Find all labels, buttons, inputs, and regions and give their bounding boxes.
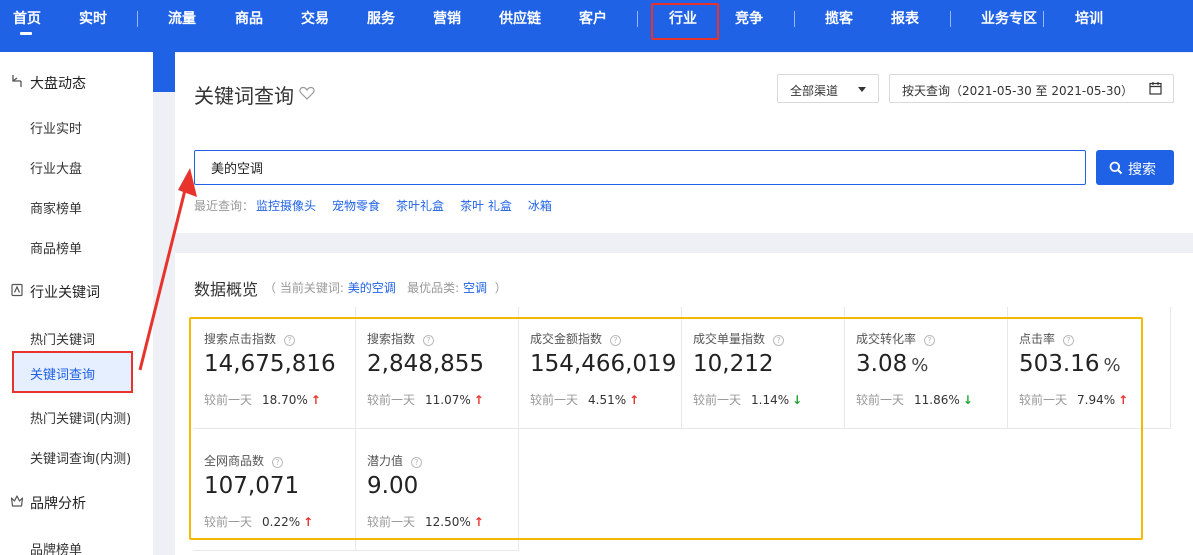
nav-divider [1043, 11, 1044, 27]
page-title: 关键词查询 [194, 84, 294, 108]
sidebar-item-label: 热门关键词 [30, 333, 96, 348]
nav-item-traffic[interactable]: 流量 [168, 0, 196, 38]
best-category: 空调 [463, 281, 488, 295]
sidebar-item-brand-ranking[interactable]: 品牌榜单 [0, 537, 153, 555]
nav-item-supply-chain[interactable]: 供应链 [499, 0, 541, 38]
crown-icon [10, 495, 24, 507]
data-overview-subtitle: （ 当前关键词: 美的空调 最优品类: 空调 ） [264, 279, 507, 296]
recent-query-link[interactable]: 监控摄像头 [256, 199, 316, 213]
recent-query-link[interactable]: 茶叶礼盒 [396, 199, 444, 213]
channel-select[interactable]: 全部渠道 [777, 74, 879, 103]
heart-icon[interactable] [299, 86, 315, 100]
sidebar-item-industry-realtime[interactable]: 行业实时 [0, 116, 153, 137]
sidebar-item-label: 关键词查询 [30, 368, 96, 383]
channel-select-value: 全部渠道 [790, 84, 839, 98]
search-button-label: 搜索 [1128, 162, 1156, 178]
nav-item-training[interactable]: 培训 [1075, 0, 1103, 38]
nav-divider [950, 11, 951, 27]
data-overview-title: 数据概览 [194, 280, 259, 299]
nav-item-competition[interactable]: 竞争 [735, 0, 763, 38]
subtitle-text: （ 当前关键词: [264, 281, 344, 295]
tag-icon [11, 283, 23, 297]
pinwheel-icon [12, 75, 22, 87]
sidebar-item-industry-overview[interactable]: 行业大盘 [0, 156, 153, 177]
recent-queries: 最近查询： 监控摄像头 宠物零食 茶叶礼盒 茶叶 礼盒 冰箱 [194, 197, 552, 214]
sidebar-item-label: 商家榜单 [30, 202, 83, 217]
sidebar-item-label: 行业大盘 [30, 162, 83, 177]
annotation-box-metrics [189, 317, 1143, 540]
nav-divider [137, 11, 138, 27]
recent-query-link[interactable]: 宠物零食 [332, 199, 380, 213]
nav-item-marketing[interactable]: 营销 [433, 0, 461, 38]
nav-divider [794, 11, 795, 27]
sidebar-group-label: 品牌分析 [30, 496, 86, 512]
search-button[interactable]: 搜索 [1096, 150, 1174, 185]
date-range-picker[interactable]: 按天查询（2021-05-30 至 2021-05-30） [889, 74, 1174, 103]
nav-item-realtime[interactable]: 实时 [79, 0, 107, 38]
nav-item-business-zone[interactable]: 业务专区 [981, 0, 1037, 38]
sidebar-item-keyword-query-beta[interactable]: 关键词查询(内测) [0, 446, 153, 467]
sidebar-group-label: 行业关键词 [30, 285, 100, 301]
nav-active-indicator [20, 32, 32, 35]
header-accent [153, 52, 175, 92]
sidebar-item-label: 关键词查询(内测) [30, 452, 132, 467]
sidebar-item-label: 热门关键词(内测) [30, 412, 132, 427]
date-range-value: 按天查询（2021-05-30 至 2021-05-30） [902, 84, 1134, 98]
calendar-icon [1149, 82, 1162, 95]
caret-down-icon [858, 87, 866, 92]
search-icon [1109, 161, 1123, 175]
sidebar-item-hot-keywords[interactable]: 热门关键词 [0, 327, 153, 348]
nav-divider [637, 11, 638, 27]
sidebar-item-hot-keywords-beta[interactable]: 热门关键词(内测) [0, 406, 153, 427]
sidebar-item-product-ranking[interactable]: 商品榜单 [0, 236, 153, 257]
sidebar-item-keyword-query[interactable]: 关键词查询 [12, 351, 133, 393]
nav-item-customer[interactable]: 客户 [579, 0, 607, 38]
recent-queries-label: 最近查询： [194, 199, 255, 213]
sidebar-item-label: 品牌榜单 [30, 543, 83, 555]
sidebar-item-label: 行业实时 [30, 122, 83, 137]
sidebar-group-label: 大盘动态 [30, 76, 86, 92]
recent-query-link[interactable]: 茶叶 礼盒 [460, 199, 512, 213]
subtitle-text: 最优品类: [407, 281, 460, 295]
current-keyword: 美的空调 [347, 281, 396, 295]
sidebar-group-brand[interactable]: 品牌分析 [0, 492, 153, 514]
sidebar-group-market[interactable]: 大盘动态 [0, 72, 153, 94]
sidebar-item-label: 商品榜单 [30, 242, 83, 257]
nav-item-product[interactable]: 商品 [235, 0, 263, 38]
annotation-box-industry [651, 3, 719, 40]
sidebar: 大盘动态 行业实时 行业大盘 商家榜单 商品榜单 行业关键词 热门关键词 关键词… [0, 52, 153, 555]
top-nav: 首页 实时 流量 商品 交易 服务 营销 供应链 客户 行业 竞争 揽客 报表 … [0, 0, 1193, 52]
nav-item-acquire[interactable]: 揽客 [825, 0, 853, 38]
subtitle-text: ） [494, 281, 507, 295]
sidebar-item-merchant-ranking[interactable]: 商家榜单 [0, 196, 153, 217]
nav-item-reports[interactable]: 报表 [891, 0, 919, 38]
keyword-search-input[interactable] [194, 150, 1086, 185]
nav-item-trade[interactable]: 交易 [301, 0, 329, 38]
recent-query-link[interactable]: 冰箱 [528, 199, 552, 213]
sidebar-group-keywords[interactable]: 行业关键词 [0, 281, 153, 303]
nav-item-service[interactable]: 服务 [367, 0, 395, 38]
